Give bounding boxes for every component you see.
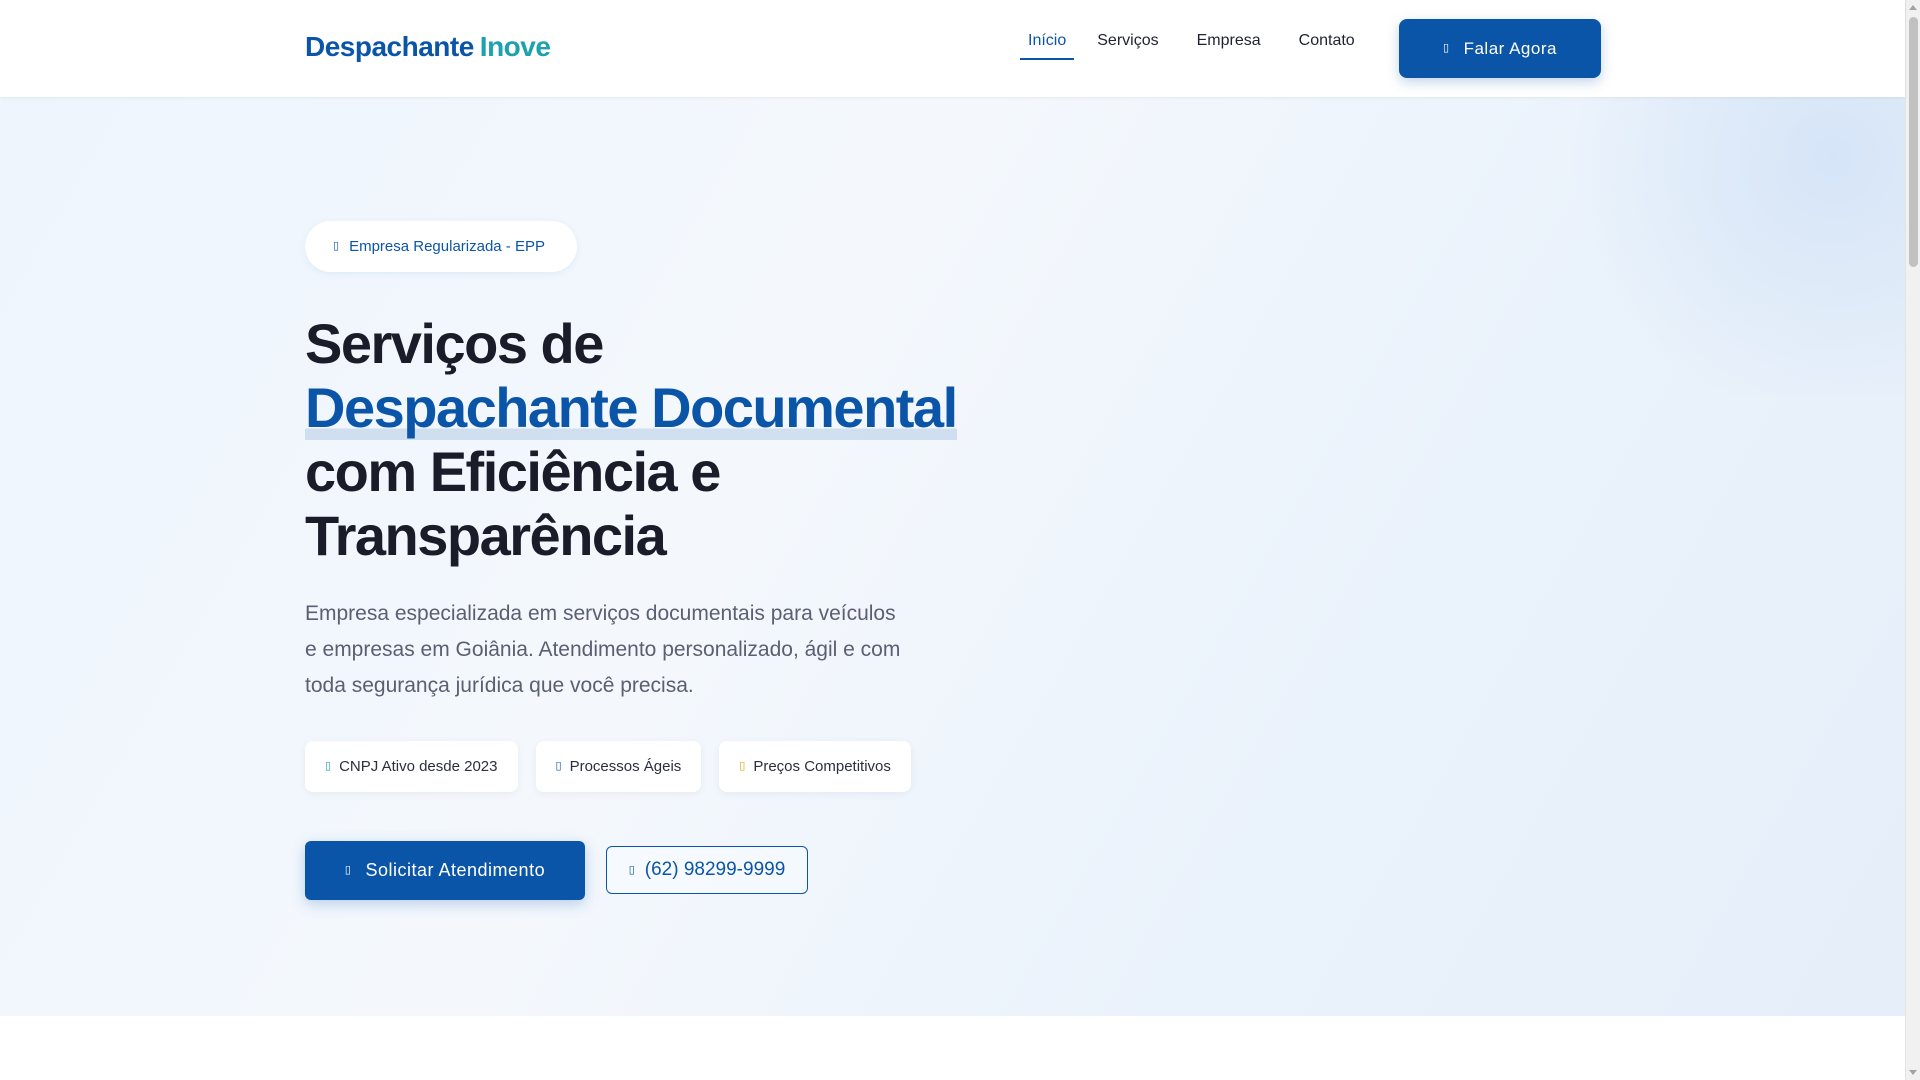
hero-title-line3: com Eficiência e bbox=[305, 440, 721, 503]
scroll-down-arrow-icon[interactable] bbox=[1909, 1070, 1917, 1075]
hero-title: Serviços de Despachante Documental com E… bbox=[305, 312, 1025, 568]
site-header: Despachante Inove Início Serviços Empresa… bbox=[0, 0, 1905, 97]
nav-item-contato[interactable]: Contato bbox=[1291, 30, 1363, 60]
logo-text-accent: Inove bbox=[479, 31, 551, 62]
badge-precos: ▯ Preços Competitivos bbox=[719, 741, 911, 792]
whatsapp-icon: ▯ bbox=[1443, 42, 1450, 54]
whatsapp-icon: ▯ bbox=[344, 864, 352, 876]
badge-cnpj: ▯ CNPJ Ativo desde 2023 bbox=[305, 741, 518, 792]
logo[interactable]: Despachante Inove bbox=[305, 31, 551, 63]
solicitar-atendimento-button[interactable]: ▯ Solicitar Atendimento bbox=[305, 841, 585, 900]
falar-agora-button[interactable]: ▯ Falar Agora bbox=[1399, 19, 1601, 78]
scroll-up-arrow-icon[interactable] bbox=[1909, 5, 1917, 10]
badge-processos: ▯ Processos Ágeis bbox=[535, 741, 702, 792]
falar-agora-label: Falar Agora bbox=[1463, 38, 1557, 58]
nav-item-inicio[interactable]: Início bbox=[1020, 30, 1075, 60]
hero-title-line1: Serviços de bbox=[305, 312, 604, 375]
certificate-icon: ▯ bbox=[325, 760, 332, 772]
hero-title-line4: Transparência bbox=[305, 504, 667, 567]
next-section bbox=[0, 1016, 1905, 1080]
feature-badges: ▯ CNPJ Ativo desde 2023 ▯ Processos Ágei… bbox=[305, 741, 911, 792]
nav-item-empresa[interactable]: Empresa bbox=[1189, 30, 1269, 60]
nav-item-servicos[interactable]: Serviços bbox=[1089, 30, 1166, 60]
scroll-thumb[interactable] bbox=[1909, 17, 1918, 267]
phone-icon: ▯ bbox=[628, 863, 635, 876]
badge-cnpj-label: CNPJ Ativo desde 2023 bbox=[339, 758, 498, 775]
check-badge-icon: ▯ bbox=[333, 240, 340, 252]
hero-description: Empresa especializada em serviços docume… bbox=[305, 602, 901, 697]
phone-number: (62) 98299-9999 bbox=[644, 859, 786, 880]
pill-label: Empresa Regularizada - EPP bbox=[349, 238, 545, 255]
regularized-company-pill: ▯ Empresa Regularizada - EPP bbox=[305, 221, 577, 272]
badge-precos-label: Preços Competitivos bbox=[753, 758, 891, 775]
bolt-icon: ▯ bbox=[555, 760, 562, 772]
hero-title-highlight: Despachante Documental bbox=[305, 376, 958, 440]
badge-processos-label: Processos Ágeis bbox=[569, 758, 682, 775]
tag-icon: ▯ bbox=[739, 760, 746, 772]
solicitar-atendimento-label: Solicitar Atendimento bbox=[365, 860, 546, 880]
logo-text-primary: Despachante bbox=[305, 31, 474, 62]
vertical-scrollbar[interactable] bbox=[1905, 0, 1920, 1080]
main-nav: Início Serviços Empresa Contato bbox=[1020, 30, 1363, 60]
page: Despachante Inove Início Serviços Empresa… bbox=[0, 0, 1920, 1080]
phone-button[interactable]: ▯ (62) 98299-9999 bbox=[606, 846, 808, 894]
